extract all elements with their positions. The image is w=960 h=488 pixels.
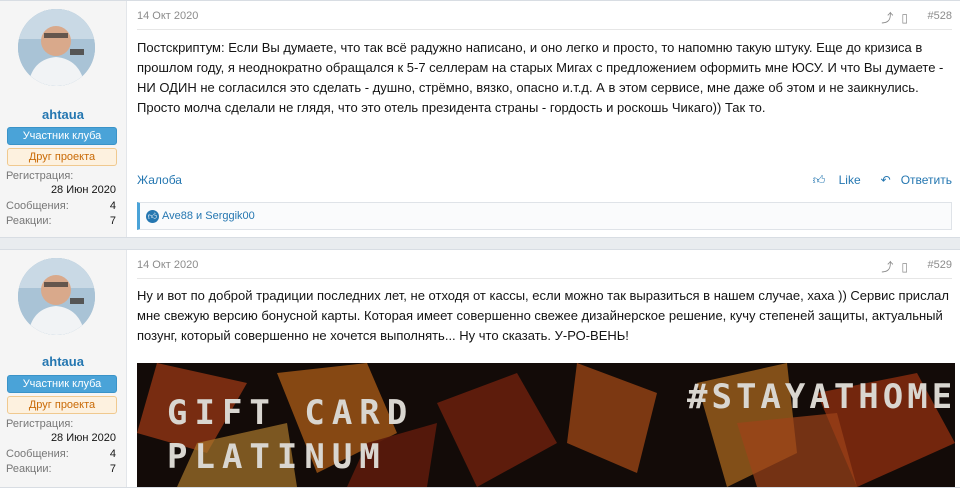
stat-label: Сообщения: <box>6 200 69 212</box>
stat-messages: Сообщения: 4 <box>6 448 116 460</box>
post-text: Постскриптум: Если Вы думаете, что так в… <box>137 40 944 115</box>
likes-text: Ave88 и Serggik00 <box>162 210 255 222</box>
likes-bar[interactable]: 👍︎ Ave88 и Serggik00 <box>137 202 952 230</box>
stat-label: Реакции: <box>6 215 52 227</box>
divider <box>137 278 952 279</box>
stat-value: 28 Июн 2020 <box>50 432 116 444</box>
username[interactable]: ahtaua <box>0 354 126 369</box>
badge-friend: Друг проекта <box>7 148 117 166</box>
banner-tag: #STAYATHOME <box>687 377 955 417</box>
report-link[interactable]: Жалоба <box>137 173 182 187</box>
divider <box>137 29 952 30</box>
post-date[interactable]: 14 Окт 2020 <box>137 259 198 271</box>
badge-member: Участник клуба <box>7 127 117 145</box>
post-meta: 14 Окт 2020 ⤴▯ #529 <box>137 259 952 274</box>
user-panel: ahtaua Участник клуба Друг проекта Регис… <box>0 250 127 487</box>
stat-label: Реакции: <box>6 463 52 475</box>
post-528: ahtaua Участник клуба Друг проекта Регис… <box>0 0 960 238</box>
stat-reactions: Реакции: 7 <box>6 215 116 227</box>
post-number[interactable]: #528 <box>928 10 952 22</box>
like-button[interactable]: 👍︎ Like <box>803 173 861 187</box>
like-label: Like <box>838 173 861 187</box>
post-date[interactable]: 14 Окт 2020 <box>137 10 198 22</box>
gift-card-image[interactable]: GIFT CARD PLATINUM #STAYATHOME <box>137 363 955 487</box>
stat-value: 28 Июн 2020 <box>50 184 116 196</box>
stat-value: 7 <box>109 463 116 475</box>
badge-friend: Друг проекта <box>7 396 117 414</box>
bookmark-icon[interactable]: ▯ <box>901 11 916 25</box>
reply-icon: ↶ <box>880 173 891 187</box>
badge-member: Участник клуба <box>7 375 117 393</box>
stat-label: Регистрация: <box>6 170 74 182</box>
post-529: ahtaua Участник клуба Друг проекта Регис… <box>0 249 960 488</box>
thumbs-up-icon: 👍︎ <box>146 209 159 223</box>
avatar[interactable] <box>18 9 95 86</box>
stat-reactions: Реакции: 7 <box>6 463 116 475</box>
reply-button[interactable]: ↶ Ответить <box>871 173 952 187</box>
stat-label: Регистрация: <box>6 418 74 430</box>
user-panel: ahtaua Участник клуба Друг проекта Регис… <box>0 1 127 237</box>
banner-line1: GIFT CARD <box>167 393 415 433</box>
reply-label: Ответить <box>900 173 952 187</box>
banner-line2: PLATINUM <box>167 437 387 477</box>
bookmark-icon[interactable]: ▯ <box>901 260 916 274</box>
thumbs-up-icon: 👍︎ <box>812 173 826 187</box>
post-actions: 👍︎ Like ↶ Ответить <box>793 173 952 188</box>
avatar[interactable] <box>18 258 95 335</box>
post-number[interactable]: #529 <box>928 259 952 271</box>
stat-value: 4 <box>109 200 116 212</box>
stat-registration: Регистрация: 28 Июн 2020 <box>6 418 116 446</box>
share-icon[interactable]: ⤴ <box>881 260 901 274</box>
stat-value: 7 <box>109 215 116 227</box>
username[interactable]: ahtaua <box>0 107 126 122</box>
post-meta: 14 Окт 2020 ⤴▯ #528 <box>137 10 952 25</box>
stat-registration: Регистрация: 28 Июн 2020 <box>6 170 116 198</box>
stat-label: Сообщения: <box>6 448 69 460</box>
stat-messages: Сообщения: 4 <box>6 200 116 212</box>
share-icon[interactable]: ⤴ <box>881 11 901 25</box>
stat-value: 4 <box>109 448 116 460</box>
post-text: Ну и вот по доброй традиции последних ле… <box>137 288 949 343</box>
